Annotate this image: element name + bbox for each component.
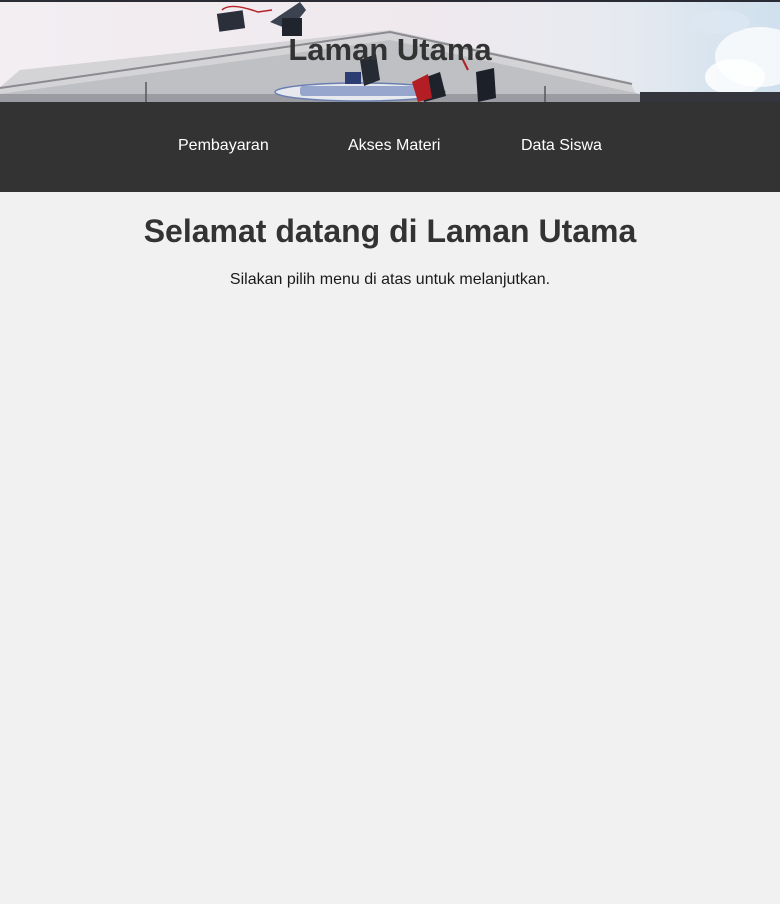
nav-link-pembayaran[interactable]: Pembayaran: [178, 136, 269, 156]
main-navigation: Pembayaran Akses Materi Data Siswa: [0, 102, 780, 192]
page-title: Laman Utama: [288, 32, 492, 67]
welcome-subtitle: Silakan pilih menu di atas untuk melanju…: [229, 271, 551, 288]
nav-link-akses-materi[interactable]: Akses Materi: [348, 136, 440, 156]
header-banner: Laman Utama: [0, 2, 780, 102]
main-content: Selamat datang di Laman Utama Silakan pi…: [0, 192, 780, 290]
nav-link-data-siswa[interactable]: Data Siswa: [521, 136, 602, 156]
welcome-heading: Selamat datang di Laman Utama: [143, 213, 637, 249]
